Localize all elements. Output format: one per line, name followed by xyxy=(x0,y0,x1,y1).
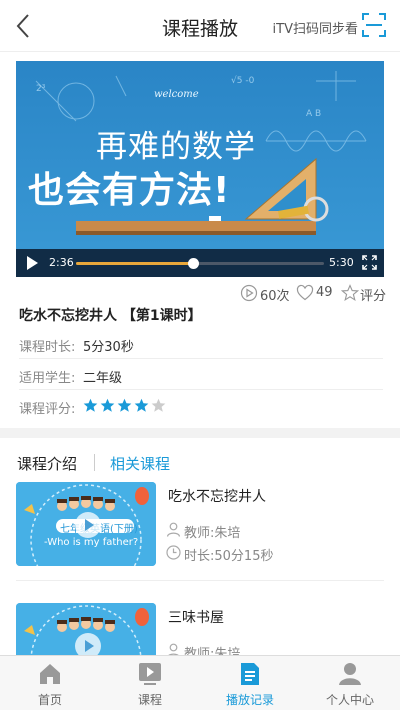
rating-row: 课程评分: xyxy=(19,391,383,421)
duration-label: 课程时长: xyxy=(19,340,76,355)
nav-courses[interactable]: 课程 xyxy=(100,656,200,710)
rating-label: 课程评分: xyxy=(19,402,76,417)
star-outline-icon xyxy=(341,284,359,301)
video-player[interactable]: 2³ √5 -0 A B welcome 再难的数学 也会有方法! 2:36 5… xyxy=(16,61,384,277)
itv-sync-link[interactable]: iTV扫码同步看 xyxy=(273,18,358,37)
person-icon xyxy=(166,522,181,537)
section-divider xyxy=(0,428,400,438)
total-time: 5:30 xyxy=(329,256,354,269)
star-filled-icon xyxy=(134,398,149,412)
lesson-title: 吃水不忘挖井人 【第1课时】 xyxy=(19,308,202,324)
video-controls: 2:36 5:30 xyxy=(16,249,384,277)
related-course-item[interactable]: 七年级英语(下册) -Who is my father? 吃水不忘挖井人 教师:… xyxy=(16,482,384,566)
bottom-nav: 首页 课程 播放记录 个人中心 xyxy=(0,655,400,710)
star-filled-icon xyxy=(83,398,98,412)
course-teacher-text: 教师:朱培 xyxy=(184,526,241,541)
duration-value: 5分30秒 xyxy=(83,340,134,355)
star-filled-icon xyxy=(117,398,132,412)
star-filled-icon xyxy=(100,398,115,412)
nav-home[interactable]: 首页 xyxy=(0,656,100,710)
home-icon xyxy=(40,664,60,684)
history-icon xyxy=(241,663,259,685)
nav-history[interactable]: 播放记录 xyxy=(200,656,300,710)
svg-text:A B: A B xyxy=(306,109,321,119)
scan-icon[interactable] xyxy=(362,13,386,37)
play-icon[interactable] xyxy=(24,255,40,271)
heart-icon xyxy=(296,284,314,301)
tab-separator xyxy=(94,454,95,471)
duration-row: 课程时长: 5分30秒 xyxy=(19,329,383,359)
rating-stars xyxy=(83,398,168,417)
like-count: 49 xyxy=(316,285,333,300)
course-title: 三味书屋 xyxy=(168,610,224,626)
nav-profile-label: 个人中心 xyxy=(325,693,374,707)
nav-courses-label: 课程 xyxy=(137,693,162,707)
rate-label: 评分 xyxy=(360,289,387,304)
thumbnail-subtitle: -Who is my father? xyxy=(44,537,139,548)
list-divider xyxy=(16,580,384,581)
rate-button[interactable]: 评分 xyxy=(341,284,391,304)
video-headline-1: 再难的数学 xyxy=(96,129,256,165)
video-headline-2: 也会有方法! xyxy=(28,170,231,211)
nav-home-label: 首页 xyxy=(37,693,62,707)
svg-text:2³: 2³ xyxy=(36,84,46,94)
grade-value: 二年级 xyxy=(83,371,123,386)
content-tabs: 课程介绍 相关课程 xyxy=(0,438,400,482)
play-count-value: 60次 xyxy=(260,289,290,304)
progress-fill xyxy=(76,262,193,265)
like-button[interactable]: 49 xyxy=(296,284,336,302)
play-count: 60次 xyxy=(240,284,290,304)
grade-row: 适用学生: 二年级 xyxy=(19,360,383,390)
nav-profile[interactable]: 个人中心 xyxy=(300,656,400,710)
course-thumbnail: 七年级英语(下册) -Who is my father? xyxy=(16,482,156,566)
tab-intro[interactable]: 课程介绍 xyxy=(17,453,77,474)
play-icon xyxy=(75,512,101,538)
fullscreen-icon[interactable] xyxy=(362,255,377,270)
current-time: 2:36 xyxy=(49,256,74,269)
tab-related[interactable]: 相关课程 xyxy=(110,453,170,474)
top-bar: 课程播放 iTV扫码同步看 xyxy=(0,0,400,52)
user-icon xyxy=(339,663,361,685)
svg-text:√5 -0: √5 -0 xyxy=(231,75,255,86)
course-icon xyxy=(139,663,161,685)
play-count-icon xyxy=(240,284,258,302)
course-title: 吃水不忘挖井人 xyxy=(168,489,266,505)
progress-track[interactable] xyxy=(76,258,324,269)
video-welcome-text: welcome xyxy=(154,89,199,100)
grade-label: 适用学生: xyxy=(19,371,76,386)
clock-icon xyxy=(166,545,181,560)
nav-history-label: 播放记录 xyxy=(225,693,274,707)
star-empty-icon xyxy=(151,398,166,412)
progress-handle[interactable] xyxy=(187,258,199,269)
course-duration-text: 时长:50分15秒 xyxy=(184,549,274,564)
